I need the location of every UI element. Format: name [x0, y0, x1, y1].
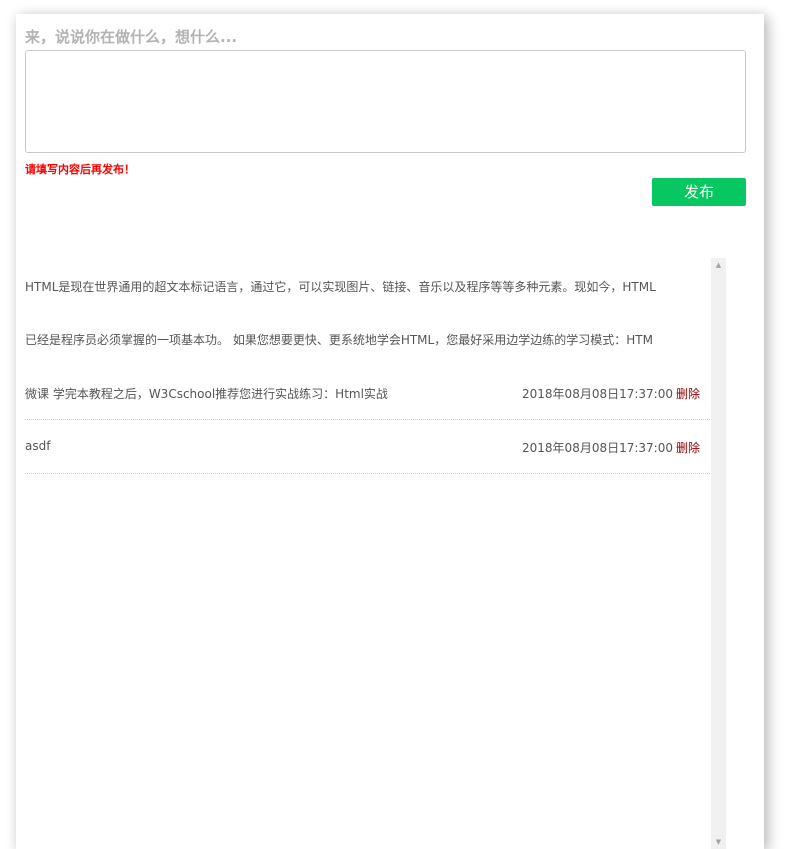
validation-warning: 请填写内容后再发布！	[25, 163, 135, 176]
post-row: asdf 2018年08月08日17:37:00 删除	[25, 419, 710, 474]
post-card: 来，说说你在做什么，想什么... 请填写内容后再发布！ 发布 HTML是现在世界…	[16, 14, 764, 849]
post-timestamp: 2018年08月08日17:37:00	[522, 387, 673, 401]
composer-prompt: 来，说说你在做什么，想什么...	[25, 28, 238, 46]
delete-link[interactable]: 删除	[676, 385, 700, 402]
scroll-up-arrow-icon[interactable]: ▲	[711, 258, 726, 272]
scroll-down-arrow-icon[interactable]: ▼	[711, 835, 726, 849]
post-text: asdf	[25, 439, 51, 453]
post-row: 微课 学完本教程之后，W3Cschool推荐您进行实战练习：Html实战 201…	[25, 365, 710, 420]
post-text: 微课 学完本教程之后，W3Cschool推荐您进行实战练习：Html实战	[25, 387, 388, 401]
post-timestamp: 2018年08月08日17:37:00	[522, 441, 673, 455]
post-text-line: HTML是现在世界通用的超文本标记语言，通过它，可以实现图片、链接、音乐以及程序…	[25, 280, 656, 294]
post-list: HTML是现在世界通用的超文本标记语言，通过它，可以实现图片、链接、音乐以及程序…	[25, 258, 726, 849]
vertical-scrollbar[interactable]: ▲ ▼	[711, 258, 726, 849]
delete-link[interactable]: 删除	[676, 439, 700, 456]
publish-button[interactable]: 发布	[652, 178, 746, 206]
post-input[interactable]	[25, 50, 746, 153]
post-text-line: 已经是程序员必须掌握的一项基本功。 如果您想要更快、更系统地学会HTML，您最好…	[25, 333, 653, 347]
